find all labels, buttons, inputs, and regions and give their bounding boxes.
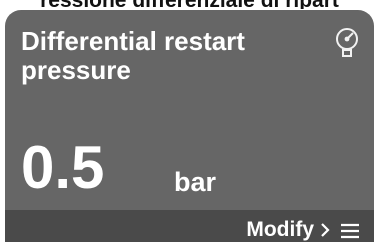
parameter-card[interactable]: Differential restart pressure 0.5 bar Mo… [5, 10, 374, 242]
parameter-title: Differential restart pressure [21, 26, 245, 85]
page-title-cut-off: ressione differenziale di ripart [0, 0, 379, 9]
parameter-unit: bar [174, 167, 217, 197]
menu-icon[interactable] [340, 223, 360, 239]
action-bar: Modify [5, 210, 374, 242]
pressure-gauge-icon [336, 28, 358, 57]
parameter-value: 0.5 [21, 134, 105, 201]
chevron-right-icon [321, 223, 330, 237]
modify-label: Modify [246, 218, 314, 241]
modify-button[interactable]: Modify [246, 218, 330, 242]
